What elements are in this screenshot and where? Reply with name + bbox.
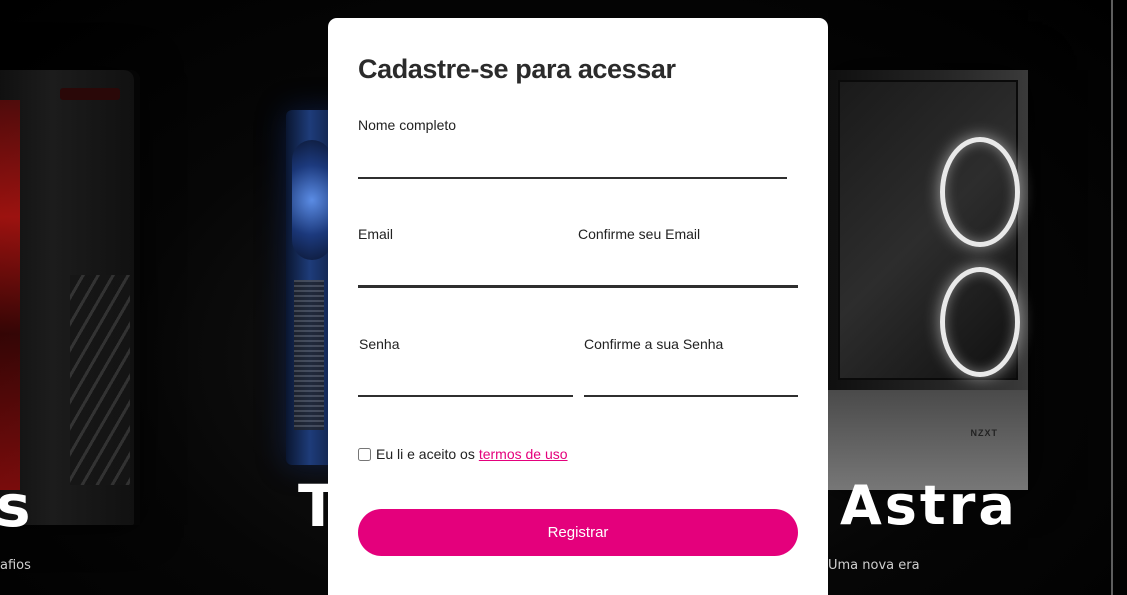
full-name-input[interactable] <box>358 144 787 176</box>
full-name-underline <box>358 177 787 179</box>
product-tagline-right: Uma nova era <box>828 558 920 573</box>
scrollbar-divider <box>1111 0 1113 595</box>
password-input[interactable] <box>358 363 573 395</box>
confirm-email-label: Confirme seu Email <box>578 226 701 242</box>
email-underline <box>358 285 798 288</box>
full-name-label: Nome completo <box>358 117 457 133</box>
confirm-password-input[interactable] <box>584 363 798 395</box>
product-name-right: Astra <box>840 474 1018 537</box>
register-button[interactable]: Registrar <box>358 509 798 556</box>
product-name-left: s <box>0 472 31 540</box>
form-title: Cadastre-se para acessar <box>358 54 676 84</box>
confirm-email-input[interactable] <box>578 254 798 286</box>
password-label: Senha <box>359 336 400 352</box>
terms-row: Eu li e aceito os termos de uso <box>358 446 568 462</box>
confirm-password-label: Confirme a sua Senha <box>584 336 724 352</box>
terms-text: Eu li e aceito os <box>376 446 475 462</box>
case-brand-logo: NZXT <box>970 428 998 438</box>
password-underline <box>358 395 573 397</box>
product-tagline-left: afios <box>0 558 31 573</box>
gaming-pc-image-right: NZXT <box>828 70 1028 490</box>
registration-card: Cadastre-se para acessar Nome completo E… <box>328 18 828 595</box>
gaming-pc-image-left <box>0 70 140 525</box>
email-label: Email <box>358 226 394 242</box>
confirm-password-underline <box>584 395 798 397</box>
terms-of-use-link[interactable]: termos de uso <box>479 446 568 462</box>
terms-checkbox[interactable] <box>358 447 371 461</box>
email-input[interactable] <box>358 254 568 286</box>
